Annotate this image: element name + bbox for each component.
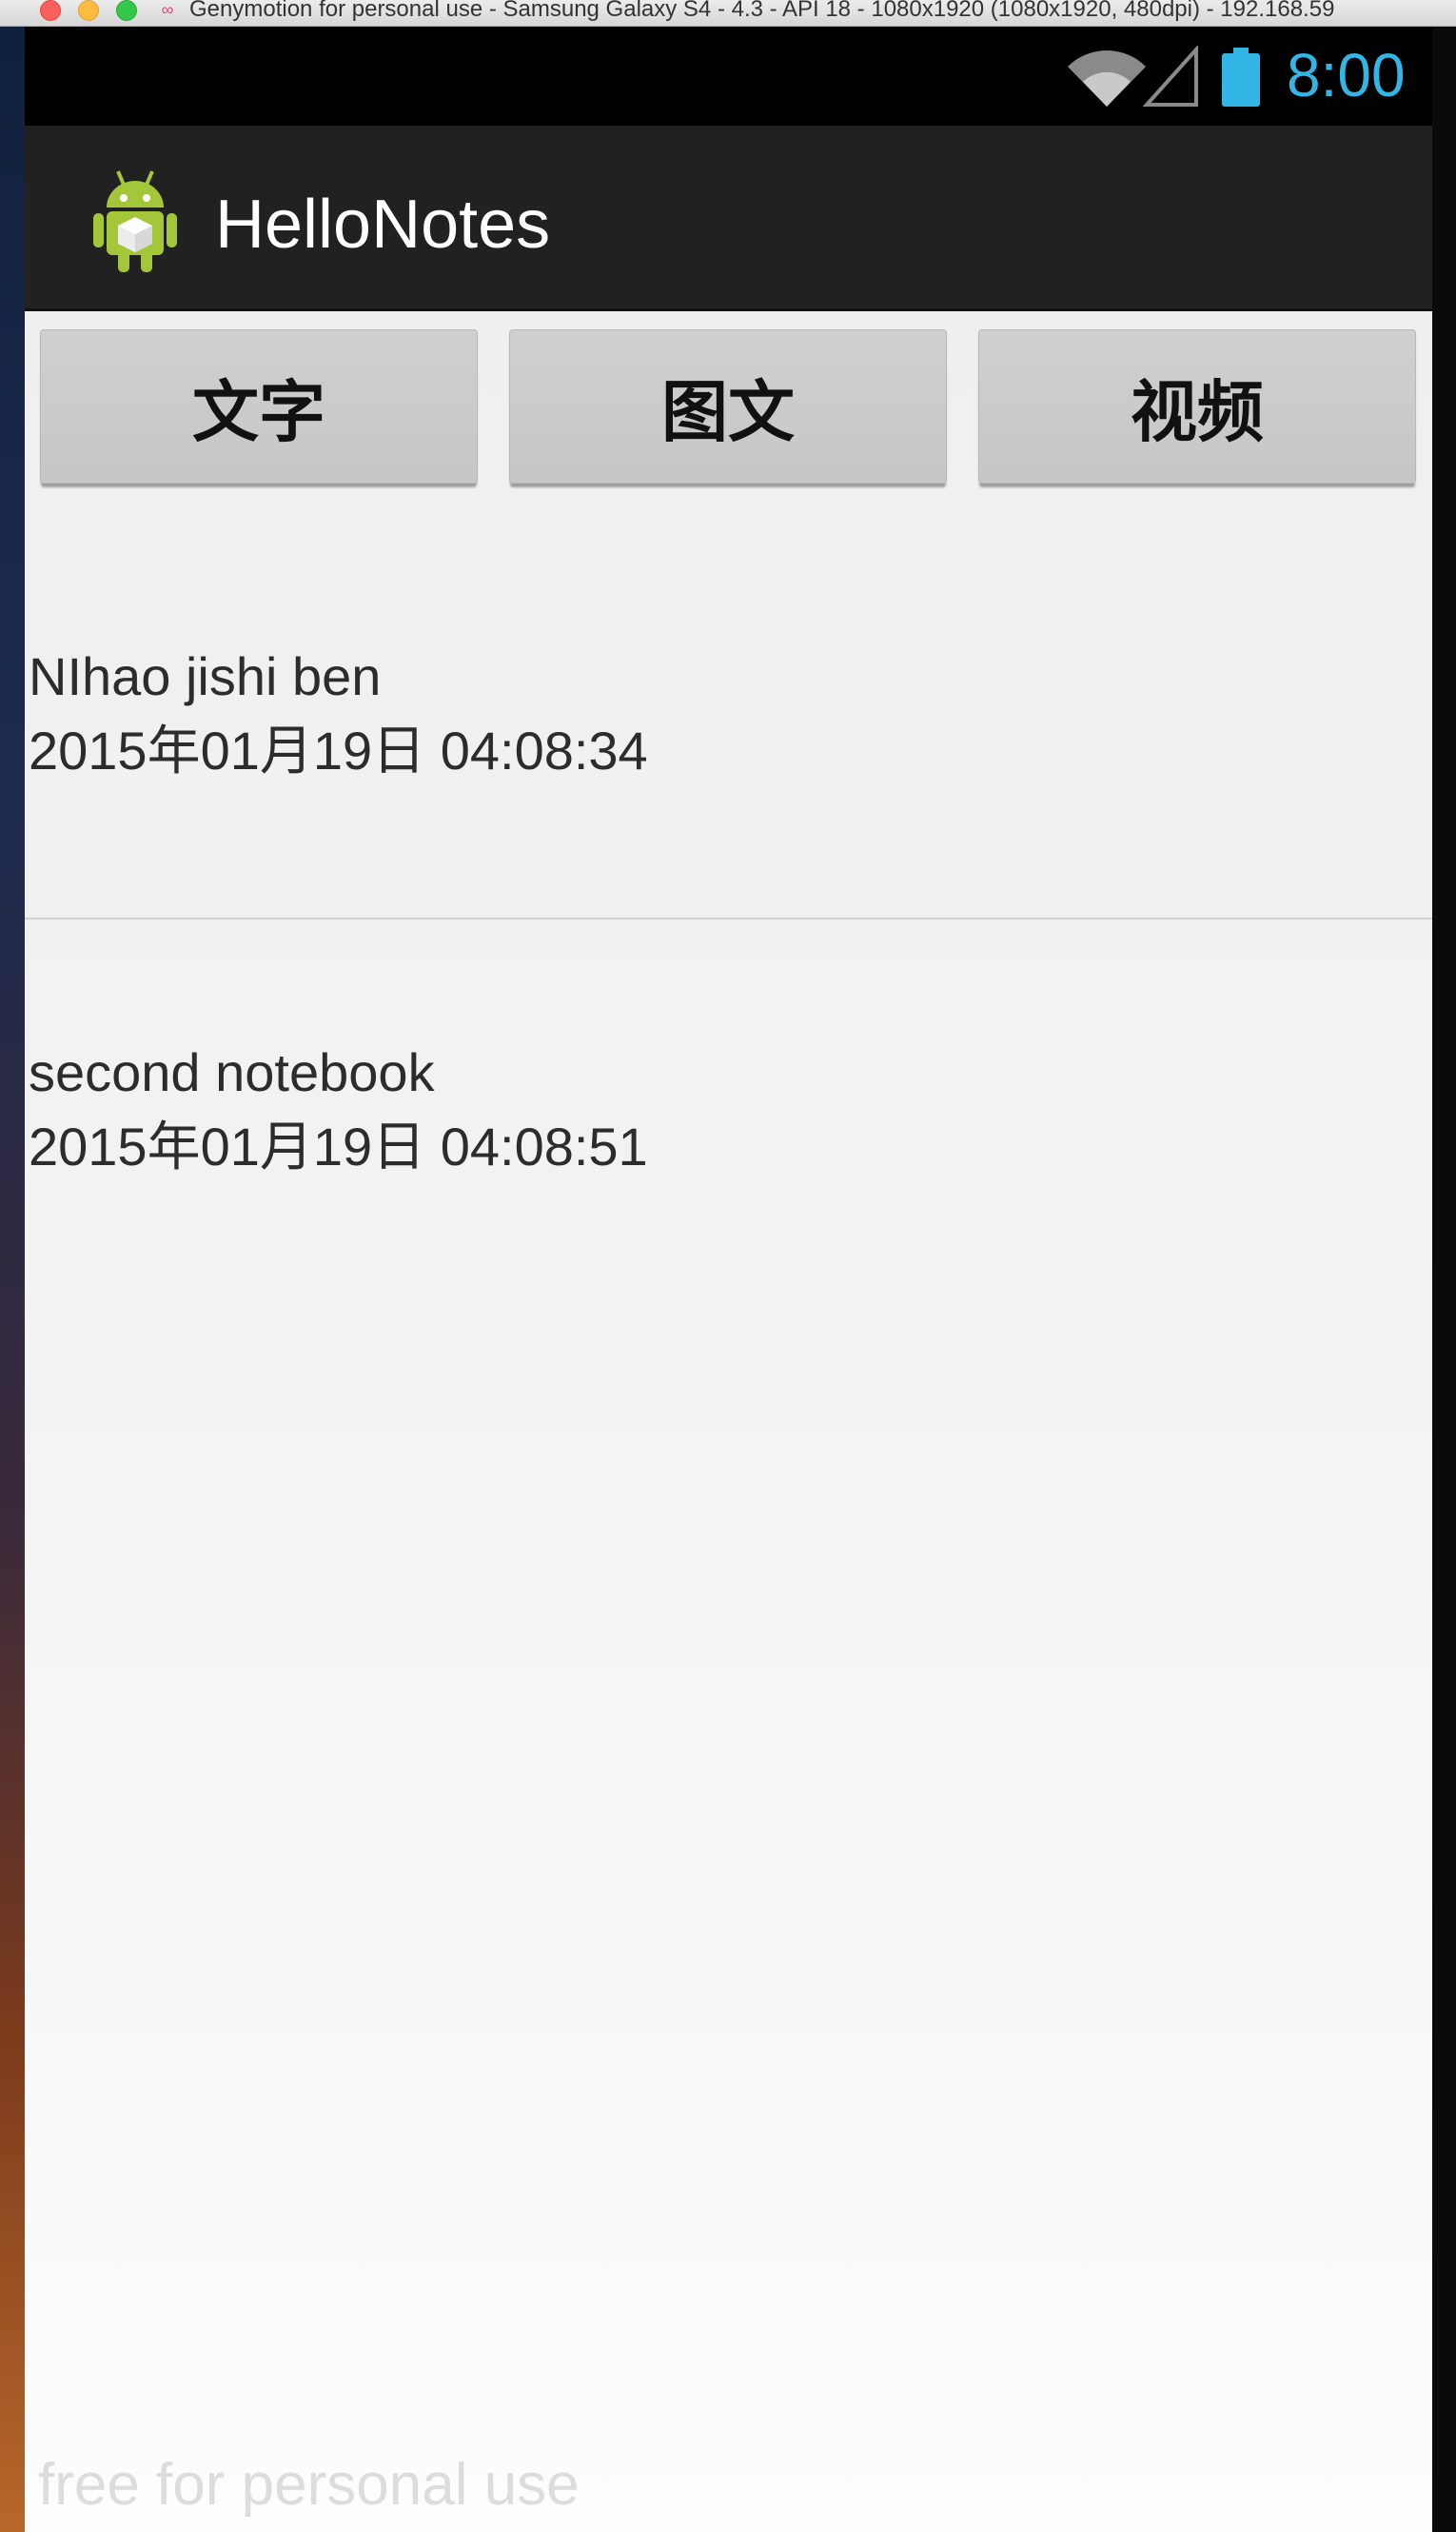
- android-robot-icon[interactable]: [86, 162, 185, 276]
- android-screen: 8:00 HelloNotes 文字 图文 视频 NIhao jishi ben…: [25, 27, 1432, 2532]
- screen-root: ∞ Genymotion for personal use - Samsung …: [0, 0, 1456, 2532]
- video-note-button[interactable]: 视频: [978, 329, 1416, 484]
- genymotion-logo-icon: ∞: [161, 0, 174, 19]
- wifi-icon: [1068, 50, 1146, 107]
- image-note-button[interactable]: 图文: [509, 329, 947, 484]
- emulator-side-toolbar: [1432, 27, 1456, 2532]
- zoom-window-button[interactable]: [116, 0, 137, 21]
- watermark-text: free for personal use: [38, 2452, 580, 2518]
- note-type-button-row: 文字 图文 视频: [25, 329, 1432, 491]
- note-title: NIhao jishi ben: [29, 646, 382, 706]
- text-note-button[interactable]: 文字: [40, 329, 478, 484]
- action-bar: HelloNotes: [25, 126, 1432, 311]
- window-title: Genymotion for personal use - Samsung Ga…: [189, 0, 1335, 22]
- desktop-wallpaper: [0, 27, 25, 2532]
- app-title: HelloNotes: [215, 187, 551, 263]
- note-list: NIhao jishi ben 2015年01月19日 04:08:34 sec…: [25, 524, 1432, 1315]
- cell-signal-icon: [1143, 46, 1198, 107]
- mac-window-titlebar: ∞ Genymotion for personal use - Samsung …: [0, 0, 1456, 27]
- note-timestamp: 2015年01月19日 04:08:34: [29, 721, 648, 781]
- status-bar: 8:00: [25, 27, 1432, 126]
- minimize-window-button[interactable]: [78, 0, 99, 21]
- note-timestamp: 2015年01月19日 04:08:51: [29, 1117, 648, 1177]
- close-window-button[interactable]: [40, 0, 61, 21]
- status-time: 8:00: [1287, 41, 1406, 109]
- battery-icon: [1222, 48, 1260, 107]
- list-item[interactable]: NIhao jishi ben 2015年01月19日 04:08:34: [25, 524, 1432, 920]
- note-title: second notebook: [29, 1042, 435, 1102]
- list-item[interactable]: second notebook 2015年01月19日 04:08:51: [25, 920, 1432, 1315]
